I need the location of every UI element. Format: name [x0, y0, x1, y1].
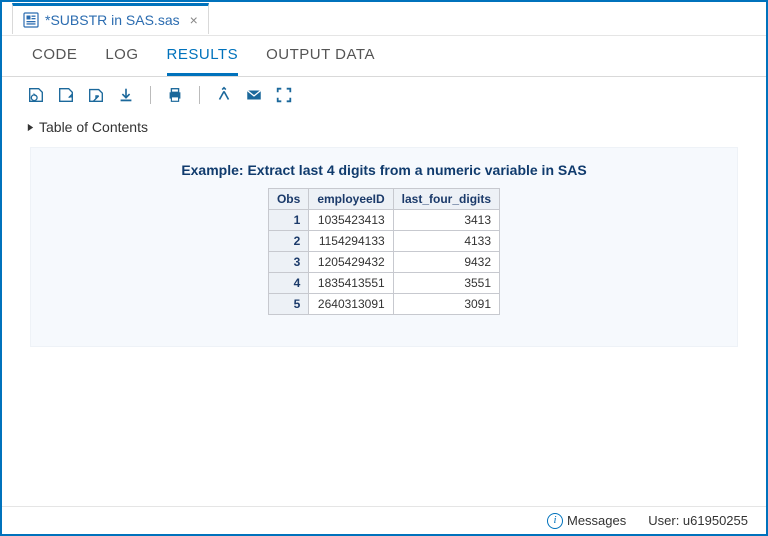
- fullscreen-icon[interactable]: [274, 85, 294, 105]
- user-id: u61950255: [683, 513, 748, 528]
- file-tab-bar: *SUBSTR in SAS.sas ×: [2, 2, 766, 36]
- result-title: Example: Extract last 4 digits from a nu…: [41, 162, 727, 178]
- table-row: 5 2640313091 3091: [268, 294, 499, 315]
- file-tab-label: *SUBSTR in SAS.sas: [45, 12, 180, 28]
- export-icon[interactable]: [214, 85, 234, 105]
- results-toolbar: [2, 77, 766, 113]
- print-icon[interactable]: [165, 85, 185, 105]
- toc-label: Table of Contents: [39, 119, 148, 135]
- messages-button[interactable]: i Messages: [547, 513, 626, 529]
- table-of-contents-toggle[interactable]: Table of Contents: [2, 113, 766, 147]
- tab-output-data[interactable]: OUTPUT DATA: [266, 46, 375, 76]
- cell-emp: 1035423413: [309, 210, 393, 231]
- cell-last4: 3551: [393, 273, 499, 294]
- table-row: 2 1154294133 4133: [268, 231, 499, 252]
- subtabs: CODE LOG RESULTS OUTPUT DATA: [2, 36, 766, 77]
- status-bar: i Messages User: u61950255: [2, 506, 766, 534]
- col-obs: Obs: [268, 189, 308, 210]
- table-row: 3 1205429432 9432: [268, 252, 499, 273]
- user-indicator: User: u61950255: [648, 513, 748, 528]
- email-icon[interactable]: [244, 85, 264, 105]
- tab-code[interactable]: CODE: [32, 46, 77, 76]
- messages-label: Messages: [567, 513, 626, 528]
- cell-obs: 4: [268, 273, 308, 294]
- col-last4: last_four_digits: [393, 189, 499, 210]
- cell-emp: 2640313091: [309, 294, 393, 315]
- result-panel: Example: Extract last 4 digits from a nu…: [30, 147, 738, 347]
- download-icon[interactable]: [116, 85, 136, 105]
- cell-obs: 2: [268, 231, 308, 252]
- sas-file-icon: [23, 12, 39, 28]
- cell-last4: 3091: [393, 294, 499, 315]
- result-table: Obs employeeID last_four_digits 1 103542…: [268, 188, 500, 315]
- tab-log[interactable]: LOG: [105, 46, 138, 76]
- cell-emp: 1835413551: [309, 273, 393, 294]
- results-content: Example: Extract last 4 digits from a nu…: [2, 147, 766, 506]
- close-icon[interactable]: ×: [186, 12, 198, 28]
- cell-last4: 3413: [393, 210, 499, 231]
- cell-last4: 4133: [393, 231, 499, 252]
- tab-results[interactable]: RESULTS: [167, 46, 239, 76]
- open-file-icon[interactable]: [56, 85, 76, 105]
- new-window-icon[interactable]: [86, 85, 106, 105]
- refresh-icon[interactable]: [26, 85, 46, 105]
- user-label: User:: [648, 513, 683, 528]
- col-employeeid: employeeID: [309, 189, 393, 210]
- separator: [199, 86, 200, 104]
- cell-obs: 5: [268, 294, 308, 315]
- table-row: 4 1835413551 3551: [268, 273, 499, 294]
- cell-emp: 1154294133: [309, 231, 393, 252]
- cell-emp: 1205429432: [309, 252, 393, 273]
- file-tab[interactable]: *SUBSTR in SAS.sas ×: [12, 3, 209, 34]
- cell-obs: 3: [268, 252, 308, 273]
- info-icon: i: [547, 513, 563, 529]
- cell-obs: 1: [268, 210, 308, 231]
- table-row: 1 1035423413 3413: [268, 210, 499, 231]
- caret-right-icon: [26, 119, 35, 135]
- cell-last4: 9432: [393, 252, 499, 273]
- table-header-row: Obs employeeID last_four_digits: [268, 189, 499, 210]
- separator: [150, 86, 151, 104]
